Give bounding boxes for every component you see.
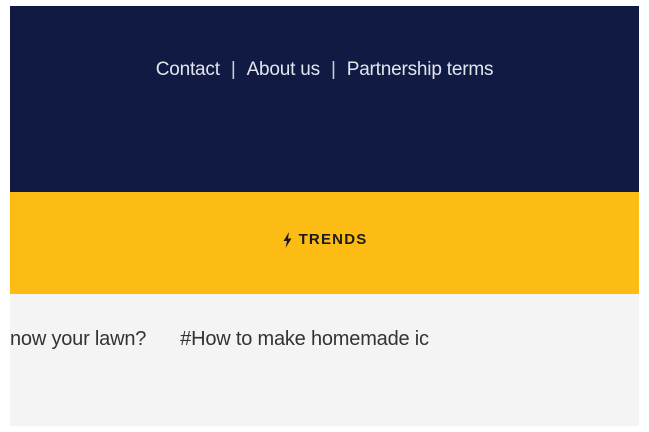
- trend-item[interactable]: #How to make homemade ic: [180, 328, 429, 351]
- footer-links: Contact | About us | Partnership terms: [10, 59, 639, 81]
- trends-title: TRENDS: [10, 231, 639, 248]
- trend-item[interactable]: now your lawn?: [10, 328, 146, 351]
- footer-nav: Contact | About us | Partnership terms: [10, 6, 639, 192]
- link-separator: |: [230, 59, 236, 80]
- about-us-link[interactable]: About us: [247, 59, 321, 81]
- trends-track: now your lawn? #How to make homemade ic: [10, 328, 429, 351]
- contact-link[interactable]: Contact: [156, 59, 220, 81]
- page: Contact | About us | Partnership terms T…: [0, 0, 649, 432]
- trends-ticker: now your lawn? #How to make homemade ic: [10, 294, 639, 426]
- trends-label: TRENDS: [298, 231, 368, 248]
- trends-header: TRENDS: [10, 192, 639, 294]
- partnership-terms-link[interactable]: Partnership terms: [347, 59, 494, 81]
- lightning-bolt-icon: [283, 231, 292, 248]
- link-separator: |: [330, 59, 336, 80]
